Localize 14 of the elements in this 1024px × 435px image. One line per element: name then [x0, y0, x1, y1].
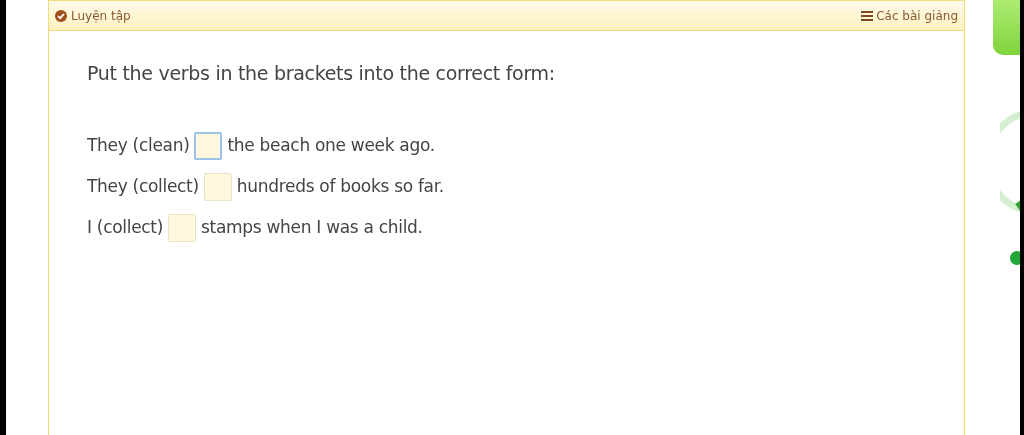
question-text: hundreds of books so far.	[236, 175, 444, 199]
answer-box[interactable]	[194, 132, 223, 160]
question-text: I (collect)	[87, 216, 164, 240]
lessons-link[interactable]: Các bài giảng	[861, 6, 958, 25]
answer-box[interactable]	[168, 214, 197, 242]
check-circle-icon	[55, 9, 67, 22]
question-text: the beach one week ago.	[227, 134, 435, 158]
question-text: stamps when I was a child.	[201, 216, 423, 240]
question-text: They (clean)	[87, 134, 190, 158]
tab-title: Luyện tập	[71, 7, 131, 25]
menu-icon	[861, 10, 874, 21]
answer-box[interactable]	[203, 173, 232, 201]
instruction-text: Put the verbs in the brackets into the correct form:	[87, 61, 556, 86]
question-text: They (collect)	[87, 175, 199, 199]
